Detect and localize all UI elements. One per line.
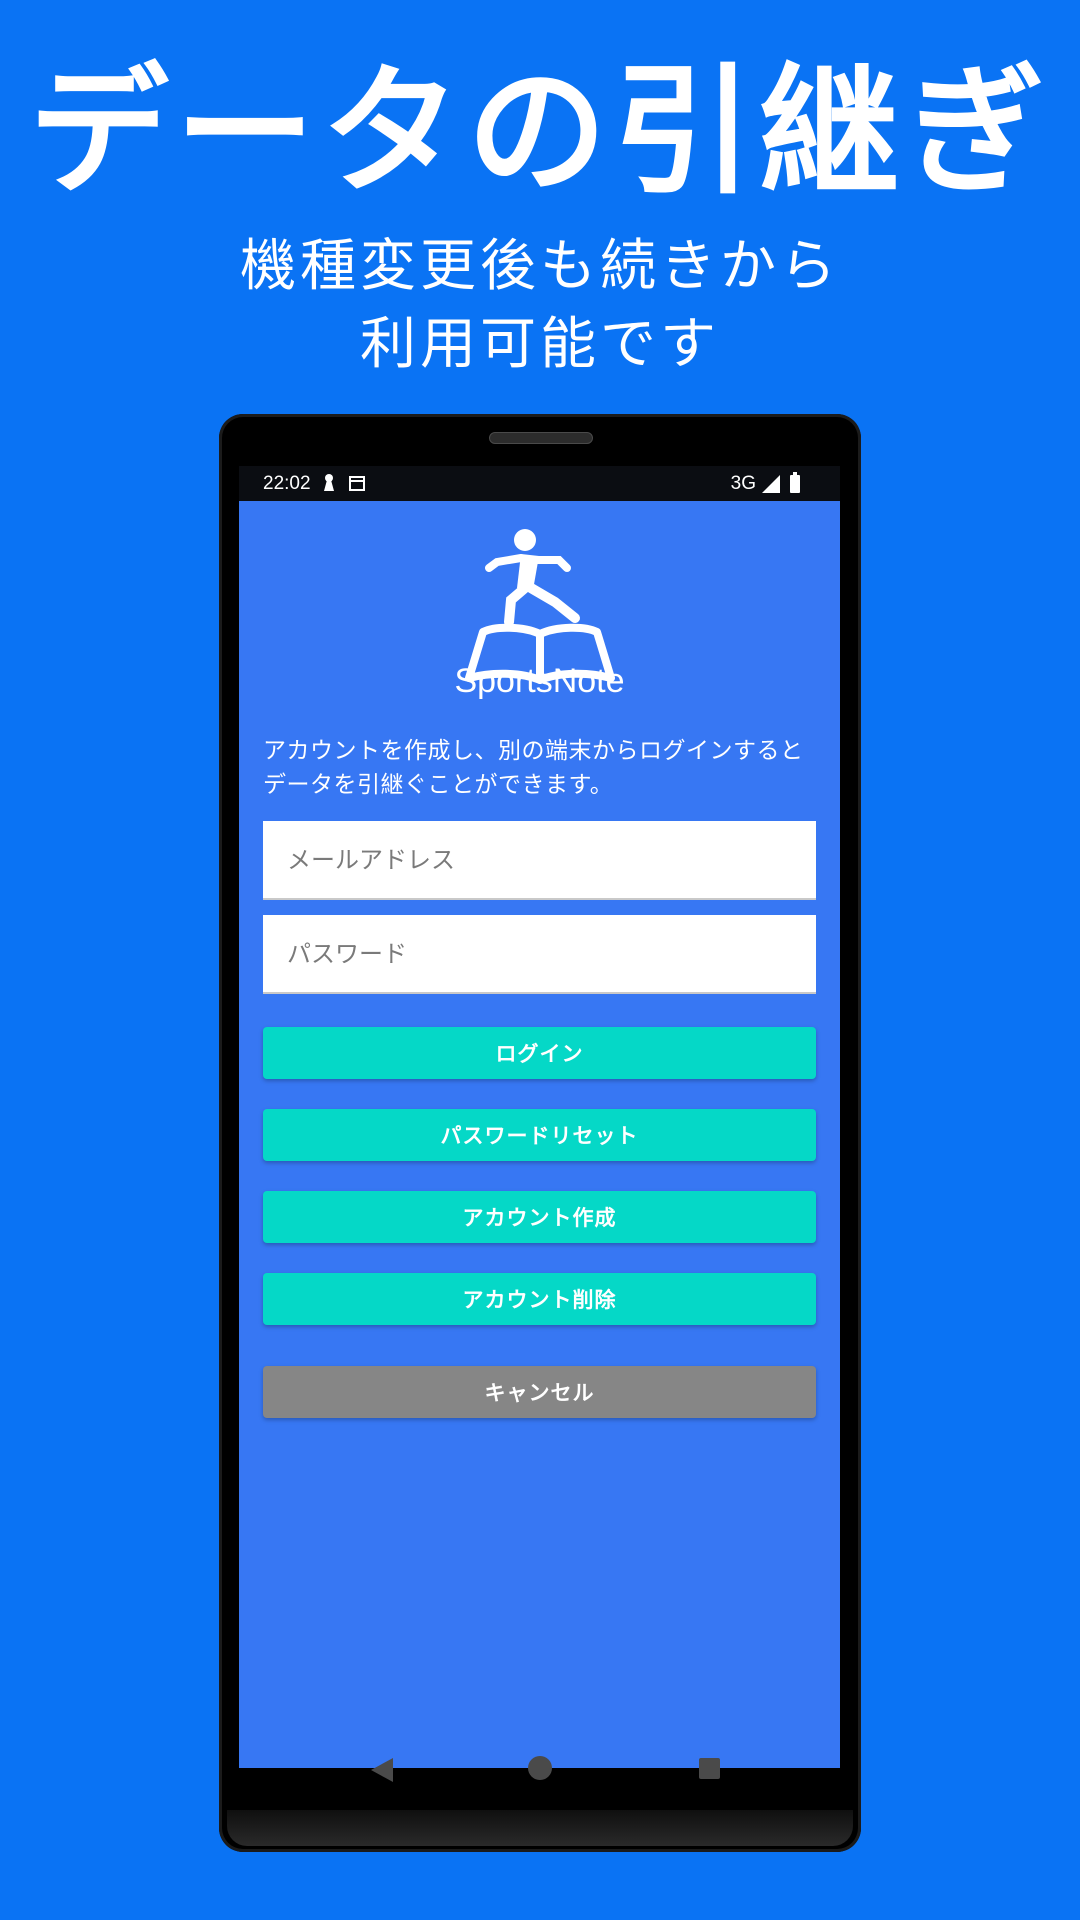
- email-field[interactable]: [263, 821, 816, 898]
- status-notification-icons: [323, 474, 365, 492]
- promo-subhead-line2: 利用可能です: [360, 312, 720, 377]
- status-time: 22:02: [263, 473, 311, 494]
- phone-bottom-bezel: [227, 1810, 853, 1846]
- delete-account-button[interactable]: アカウント削除: [263, 1273, 816, 1325]
- description-text: アカウントを作成し、別の端末からログインすると データを引継ぐことができます。: [263, 734, 823, 802]
- email-field-container: [263, 821, 816, 900]
- create-account-button[interactable]: アカウント作成: [263, 1191, 816, 1243]
- password-field-container: [263, 915, 816, 994]
- cancel-button[interactable]: キャンセル: [263, 1366, 816, 1418]
- description-line1: アカウントを作成し、別の端末からログインすると: [263, 738, 804, 764]
- keyhole-icon: [323, 474, 335, 492]
- promo-subhead-line1: 機種変更後も続きから: [240, 234, 840, 299]
- home-icon[interactable]: [528, 1756, 552, 1780]
- navigation-bar: [239, 1756, 840, 1804]
- battery-icon: [790, 472, 800, 493]
- status-system-icons: 3G: [730, 472, 800, 495]
- back-icon[interactable]: [371, 1758, 393, 1782]
- password-reset-button[interactable]: パスワードリセット: [263, 1109, 816, 1161]
- login-button[interactable]: ログイン: [263, 1027, 816, 1079]
- app-screen: 22:02 3G SportsNote アカウントを作成し、別の端末からログイン…: [239, 466, 840, 1768]
- promo-subhead: 機種変更後も続きから 利用可能です: [0, 228, 1080, 384]
- description-line2: データを引継ぐことができます。: [263, 772, 614, 798]
- recents-icon[interactable]: [699, 1758, 720, 1779]
- password-field[interactable]: [263, 915, 816, 992]
- promo-headline: データの引継ぎ: [28, 51, 1051, 214]
- phone-frame: 22:02 3G SportsNote アカウントを作成し、別の端末からログイン…: [219, 414, 861, 1852]
- status-bar: 22:02 3G: [239, 466, 840, 501]
- network-type: 3G: [730, 473, 756, 494]
- calendar-icon: [349, 475, 365, 491]
- app-name: SportsNote: [454, 662, 625, 700]
- phone-speaker: [489, 432, 593, 444]
- signal-icon: [762, 475, 780, 493]
